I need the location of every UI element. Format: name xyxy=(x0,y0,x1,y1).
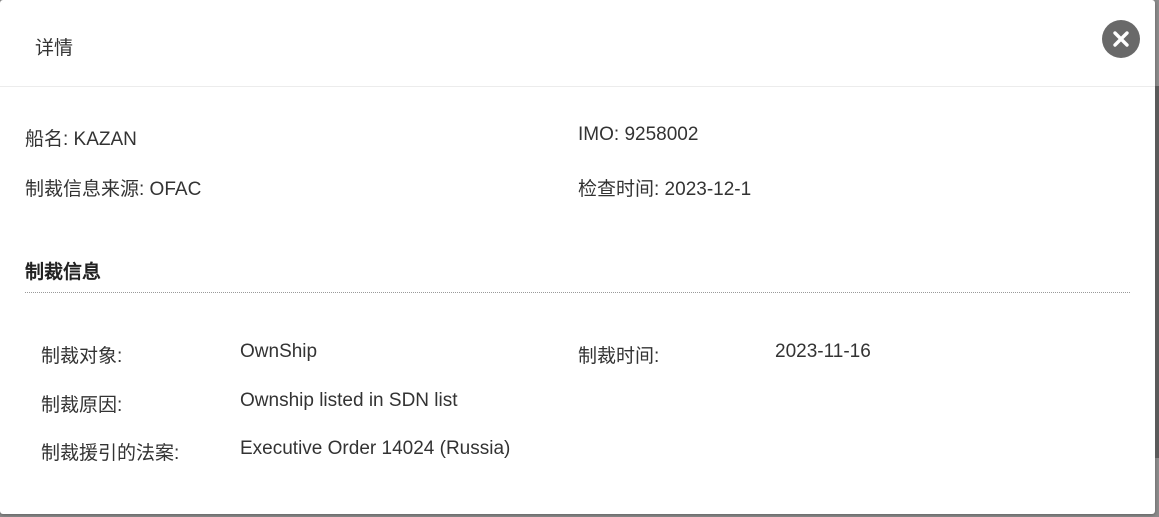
sanction-law-label: 制裁援引的法案: xyxy=(41,443,180,464)
dialog-header: 详情 xyxy=(0,0,1155,87)
sanctions-section-title: 制裁信息 xyxy=(25,262,102,283)
section-divider xyxy=(25,292,1130,293)
sanction-time-label: 制裁时间: xyxy=(578,346,660,367)
sanction-target-value: OwnShip xyxy=(240,341,318,362)
check-time: 检查时间: 2023-12-1 xyxy=(578,179,752,200)
imo-number: IMO: 9258002 xyxy=(578,124,699,145)
sanction-time-value: 2023-11-16 xyxy=(775,341,871,362)
sanction-law-value: Executive Order 14024 (Russia) xyxy=(240,438,511,459)
backdrop-scrollbar xyxy=(1155,86,1159,458)
sanction-reason-label: 制裁原因: xyxy=(41,395,123,416)
dialog-title: 详情 xyxy=(35,38,74,59)
sanction-target-label: 制裁对象: xyxy=(41,346,123,367)
ship-name: 船名: KAZAN xyxy=(25,129,137,150)
sanction-reason-value: Ownship listed in SDN list xyxy=(240,390,458,411)
close-button[interactable] xyxy=(1102,20,1140,58)
details-dialog: 详情 船名: KAZAN IMO: 9258002 制裁信息来源: OFAC 检… xyxy=(0,0,1155,514)
close-icon xyxy=(1113,31,1129,47)
sanction-source: 制裁信息来源: OFAC xyxy=(25,179,202,200)
